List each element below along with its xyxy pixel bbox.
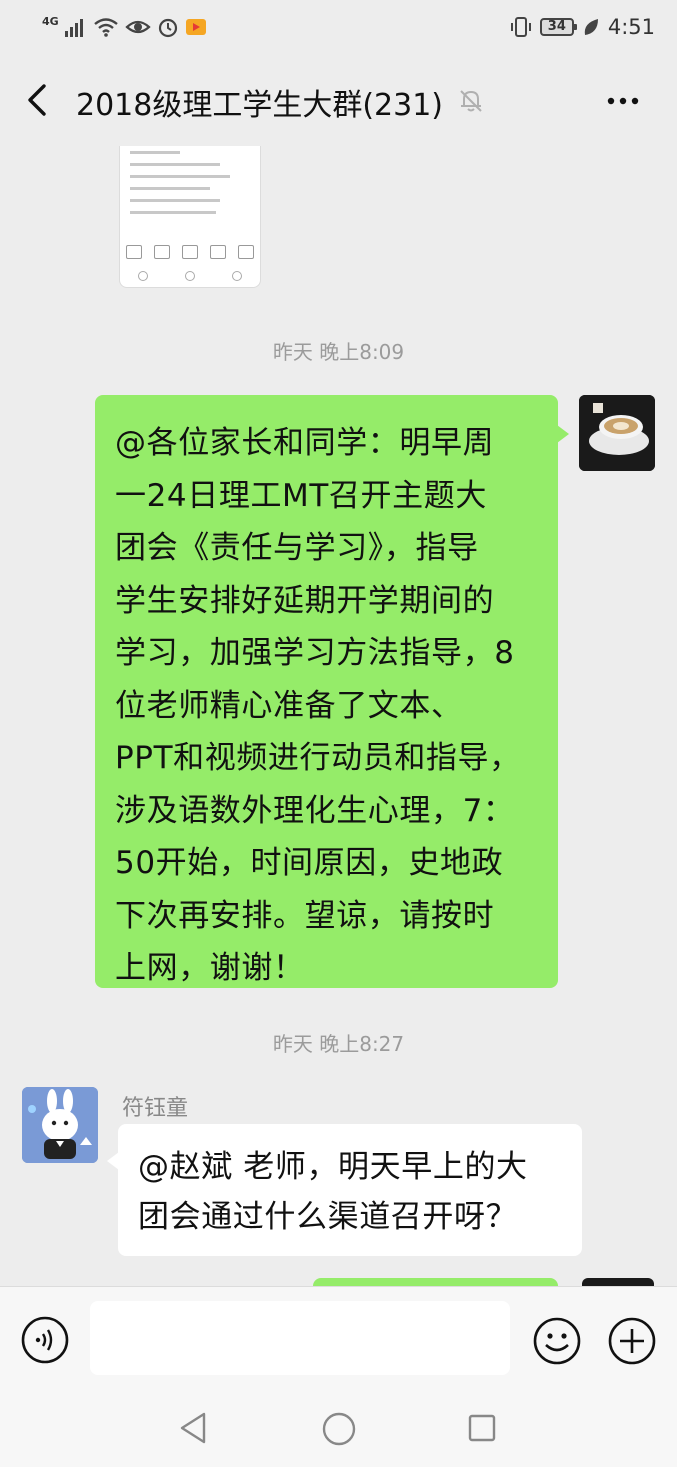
message-bubble-self-partial[interactable] (313, 1278, 558, 1286)
thumbnail-text-line (130, 151, 180, 154)
message-line: 学生安排好延期开学期间的 (115, 582, 495, 619)
thumbnail-text-line (130, 163, 220, 166)
network-type: 4G (42, 14, 59, 28)
chat-header: 2018级理工学生大群(231) (0, 56, 677, 146)
coffee-cup-avatar-icon (579, 395, 655, 471)
thumbnail-nav (120, 271, 260, 283)
status-bar: 4G 34 4:51 (0, 0, 677, 56)
message-line: 学习，加强学习方法指导，8 (115, 635, 515, 671)
nav-recent-apps-icon[interactable] (466, 1412, 498, 1444)
message-line: 50开始，时间原因，史地政 (115, 845, 504, 881)
thumbnail-text-line (130, 175, 230, 178)
message-line: 团会通过什么渠道召开呀？ (138, 1199, 518, 1235)
wifi-icon (93, 18, 118, 37)
message-input[interactable] (90, 1301, 510, 1375)
message-bubble-self[interactable]: @各位家长和同学：明早周 一24日理工MT召开主题大 团会《责任与学习》，指导 … (95, 395, 569, 988)
more-options-icon[interactable] (605, 86, 641, 116)
leaf-icon (584, 19, 598, 35)
message-line: 上网，谢谢！ (115, 950, 305, 986)
back-arrow-icon[interactable] (20, 82, 56, 118)
thumbnail-text-line (130, 187, 210, 190)
add-attachment-icon[interactable] (606, 1315, 658, 1367)
message-line: 团会《责任与学习》，指导 (115, 530, 479, 566)
eye-icon (125, 20, 151, 34)
alarm-icon (158, 18, 177, 38)
message-line: 位老师精心准备了文本、 (115, 687, 463, 724)
thumbnail-text-line (130, 211, 216, 214)
message-line: @赵斌 老师，明天早上的大 (138, 1149, 528, 1185)
nav-home-icon[interactable] (320, 1410, 358, 1448)
voice-input-icon[interactable] (20, 1315, 70, 1365)
message-line: 涉及语数外理化生心理，7： (115, 792, 515, 829)
battery-indicator: 34 (539, 18, 577, 36)
clock: 4:51 (607, 15, 655, 39)
message-line: @各位家长和同学：明早周 (115, 425, 495, 461)
timestamp: 昨天 晚上8:27 (272, 1032, 405, 1056)
avatar-sender[interactable] (22, 1087, 98, 1163)
chat-title: 2018级理工学生大群(231) (76, 88, 444, 123)
sender-name: 符钰童 (122, 1096, 189, 1121)
message-line: 一24日理工MT召开主题大 (115, 477, 487, 514)
input-bar (0, 1286, 677, 1391)
status-left: 4G (42, 12, 207, 42)
emoji-icon[interactable] (531, 1315, 583, 1367)
vibrate-icon (510, 17, 531, 37)
avatar-self-partial[interactable] (582, 1278, 654, 1286)
mute-bell-icon (460, 90, 482, 112)
timestamp: 昨天 晚上8:09 (272, 340, 405, 364)
status-right: 34 4:51 (510, 12, 655, 42)
message-line: PPT和视频进行动员和指导， (115, 740, 521, 776)
message-bubble-other[interactable]: @赵斌 老师，明天早上的大 团会通过什么渠道召开呀？ (107, 1124, 582, 1256)
video-app-icon (185, 19, 206, 35)
rabbit-avatar-icon (22, 1087, 98, 1163)
thumbnail-toolbar (126, 245, 254, 261)
message-line: 下次再安排。望谅，请按时 (115, 897, 495, 934)
system-nav-bar (0, 1390, 677, 1467)
thumbnail-text-line (130, 199, 220, 202)
shared-image-thumbnail[interactable] (119, 146, 261, 288)
nav-back-icon[interactable] (176, 1410, 212, 1446)
avatar-self[interactable] (579, 395, 655, 471)
signal-icon (64, 19, 83, 37)
chat-messages[interactable]: 昨天 晚上8:09 @各位家长和同学：明早周 一24日理工MT召开主题大 团会《… (0, 146, 677, 1286)
